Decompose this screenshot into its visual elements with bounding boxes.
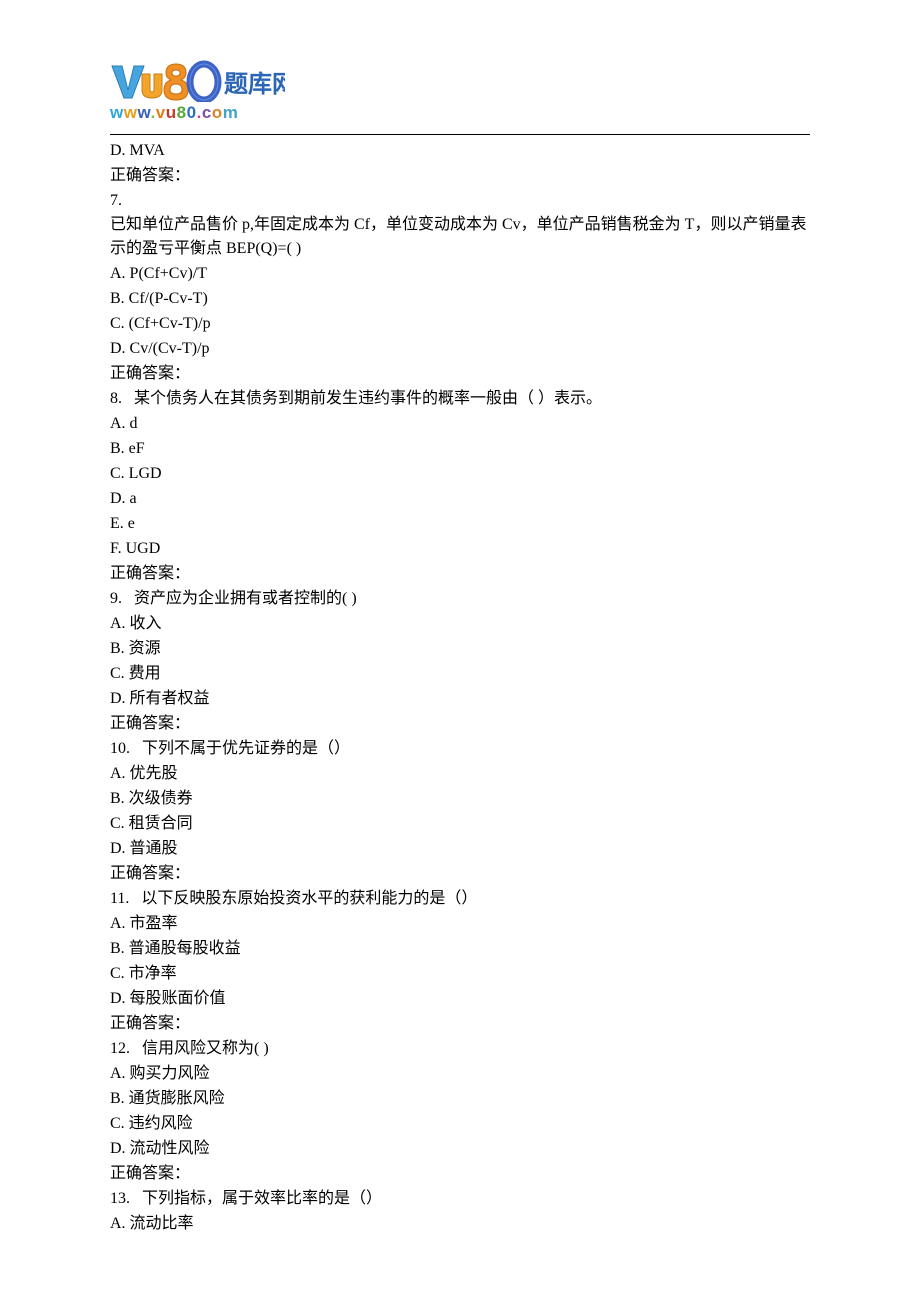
q7-option-b: B. Cf/(P-Cv-T) bbox=[110, 287, 810, 311]
q13-question: 13. 下列指标，属于效率比率的是（） bbox=[110, 1187, 810, 1211]
q9-answer-label: 正确答案： bbox=[110, 712, 810, 736]
q10-answer-label: 正确答案： bbox=[110, 862, 810, 886]
q12-answer-label: 正确答案： bbox=[110, 1162, 810, 1186]
q8-option-f: F. UGD bbox=[110, 537, 810, 561]
q7-question: 7. 已知单位产品售价 p,年固定成本为 Cf，单位变动成本为 Cv，单位产品销… bbox=[110, 189, 810, 261]
q11-option-a: A. 市盈率 bbox=[110, 912, 810, 936]
site-url: www.vu80.com bbox=[110, 100, 810, 126]
q12-option-b: B. 通货膨胀风险 bbox=[110, 1087, 810, 1111]
q8-option-e: E. e bbox=[110, 512, 810, 536]
q11-option-d: D. 每股账面价值 bbox=[110, 987, 810, 1011]
q7-option-d: D. Cv/(Cv-T)/p bbox=[110, 337, 810, 361]
q7-option-a: A. P(Cf+Cv)/T bbox=[110, 262, 810, 286]
q12-question: 12. 信用风险又称为( ) bbox=[110, 1037, 810, 1061]
q9-question: 9. 资产应为企业拥有或者控制的( ) bbox=[110, 587, 810, 611]
q12-option-d: D. 流动性风险 bbox=[110, 1137, 810, 1161]
q8-option-c: C. LGD bbox=[110, 462, 810, 486]
q8-option-b: B. eF bbox=[110, 437, 810, 461]
vu80-logo-icon: 题库网 bbox=[110, 60, 285, 102]
q9-option-a: A. 收入 bbox=[110, 612, 810, 636]
q11-option-b: B. 普通股每股收益 bbox=[110, 937, 810, 961]
q9-option-c: C. 费用 bbox=[110, 662, 810, 686]
q10-option-b: B. 次级债券 bbox=[110, 787, 810, 811]
question-content: D. MVA 正确答案： 7. 已知单位产品售价 p,年固定成本为 Cf，单位变… bbox=[110, 139, 810, 1236]
q9-option-d: D. 所有者权益 bbox=[110, 687, 810, 711]
q10-option-c: C. 租赁合同 bbox=[110, 812, 810, 836]
q6-answer-label: 正确答案： bbox=[110, 164, 810, 188]
q7-option-c: C. (Cf+Cv-T)/p bbox=[110, 312, 810, 336]
q6-option-d: D. MVA bbox=[110, 139, 810, 163]
svg-text:题库网: 题库网 bbox=[224, 71, 285, 98]
q12-option-a: A. 购买力风险 bbox=[110, 1062, 810, 1086]
q7-answer-label: 正确答案： bbox=[110, 362, 810, 386]
q11-option-c: C. 市净率 bbox=[110, 962, 810, 986]
q10-option-a: A. 优先股 bbox=[110, 762, 810, 786]
q11-question: 11. 以下反映股东原始投资水平的获利能力的是（） bbox=[110, 887, 810, 911]
q9-option-b: B. 资源 bbox=[110, 637, 810, 661]
q8-answer-label: 正确答案： bbox=[110, 562, 810, 586]
q10-option-d: D. 普通股 bbox=[110, 837, 810, 861]
q12-option-c: C. 违约风险 bbox=[110, 1112, 810, 1136]
q11-answer-label: 正确答案： bbox=[110, 1012, 810, 1036]
q8-question: 8. 某个债务人在其债务到期前发生违约事件的概率一般由（ ）表示。 bbox=[110, 387, 810, 411]
header-divider bbox=[110, 134, 810, 135]
q8-option-d: D. a bbox=[110, 487, 810, 511]
q13-option-a: A. 流动比率 bbox=[110, 1212, 810, 1236]
q10-question: 10. 下列不属于优先证券的是（） bbox=[110, 737, 810, 761]
site-logo: 题库网 www.vu80.com bbox=[110, 60, 810, 126]
q8-option-a: A. d bbox=[110, 412, 810, 436]
